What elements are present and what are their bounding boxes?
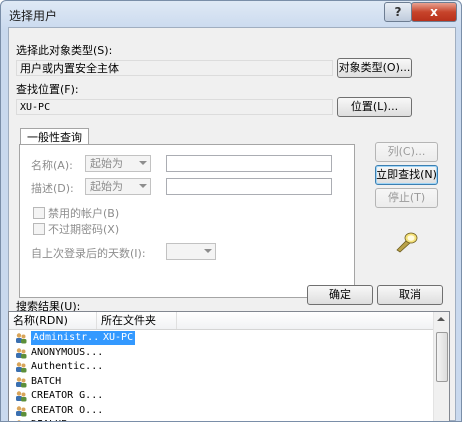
row-name: CREATOR G...: [31, 390, 104, 401]
search-flashlight-icon: [396, 232, 418, 253]
row-name: Administr...: [31, 331, 108, 345]
table-row[interactable]: CREATOR O...: [9, 404, 435, 418]
name-mode-select[interactable]: 起始为: [85, 155, 151, 172]
table-row[interactable]: CREATOR G...: [9, 389, 435, 403]
column-header-name[interactable]: 名称(RDN): [9, 312, 97, 329]
vertical-scrollbar[interactable]: [433, 312, 449, 421]
days-since-logon-select[interactable]: [166, 243, 216, 260]
disabled-accounts-label: 禁用的帐户(B): [48, 207, 120, 220]
description-label: 描述(D):: [31, 182, 74, 195]
name-input[interactable]: [166, 155, 332, 172]
user-group-icon: [16, 376, 27, 387]
locations-button[interactable]: 位置(L)...: [337, 97, 412, 117]
help-button[interactable]: ?: [384, 2, 412, 22]
description-mode-value: 起始为: [90, 180, 123, 193]
user-group-icon: [16, 347, 27, 358]
common-queries-panel: 名称(A): 起始为 描述(D): 起始为 禁用的帐户(B) 不过期密码(X) …: [19, 144, 355, 298]
ok-button[interactable]: 确定: [307, 285, 373, 305]
name-mode-value: 起始为: [90, 157, 123, 170]
chevron-down-icon: [204, 249, 212, 253]
row-name: Authentic...: [31, 361, 104, 372]
user-group-icon: [16, 405, 27, 416]
search-results-list[interactable]: 名称(RDN) 所在文件夹 Administr... XU-PC ANONYMOUS…: [8, 311, 450, 421]
row-name: DIALUP: [31, 418, 67, 421]
close-button[interactable]: x: [411, 2, 457, 22]
object-type-value: 用户或内置安全主体: [16, 60, 333, 76]
user-group-icon: [16, 391, 27, 402]
table-row[interactable]: BATCH: [9, 375, 435, 389]
find-now-button[interactable]: 立即查找(N): [375, 165, 438, 185]
window-title: 选择用户: [9, 9, 58, 23]
user-group-icon: [16, 362, 27, 373]
stop-button[interactable]: 停止(T): [375, 188, 438, 208]
scroll-up-icon[interactable]: [437, 317, 445, 321]
table-row[interactable]: Administr... XU-PC: [9, 331, 435, 345]
disabled-accounts-checkbox[interactable]: [33, 207, 45, 219]
row-folder: XU-PC: [101, 331, 136, 345]
object-type-label: 选择此对象类型(S):: [16, 44, 113, 57]
location-label: 查找位置(F):: [16, 83, 79, 96]
row-name: BATCH: [31, 375, 62, 387]
location-value: XU-PC: [16, 99, 333, 115]
object-types-button[interactable]: 对象类型(O)...: [337, 58, 412, 78]
chevron-down-icon: [139, 184, 147, 188]
days-since-logon-label: 自上次登录后的天数(I):: [31, 247, 146, 260]
table-row[interactable]: ANONYMOUS...: [9, 346, 435, 360]
results-header: 名称(RDN) 所在文件夹: [9, 312, 435, 330]
non-expiring-password-checkbox[interactable]: [33, 223, 45, 235]
row-name: CREATOR O...: [31, 404, 104, 416]
chevron-down-icon: [139, 161, 147, 165]
column-header-folder[interactable]: 所在文件夹: [97, 312, 177, 329]
description-input[interactable]: [166, 178, 332, 195]
row-name: ANONYMOUS...: [31, 346, 104, 358]
table-row[interactable]: DIALUP: [9, 418, 435, 421]
name-label: 名称(A):: [31, 159, 73, 172]
non-expiring-password-label: 不过期密码(X): [48, 223, 120, 236]
cancel-button[interactable]: 取消: [377, 285, 443, 305]
select-users-dialog: 选择用户 ? x 选择此对象类型(S): 用户或内置安全主体 对象类型(O)..…: [0, 0, 462, 422]
scroll-thumb[interactable]: [436, 332, 448, 382]
columns-button[interactable]: 列(C)...: [375, 142, 438, 162]
table-row[interactable]: Authentic...: [9, 360, 435, 374]
description-mode-select[interactable]: 起始为: [85, 178, 151, 195]
user-group-icon: [16, 333, 27, 344]
